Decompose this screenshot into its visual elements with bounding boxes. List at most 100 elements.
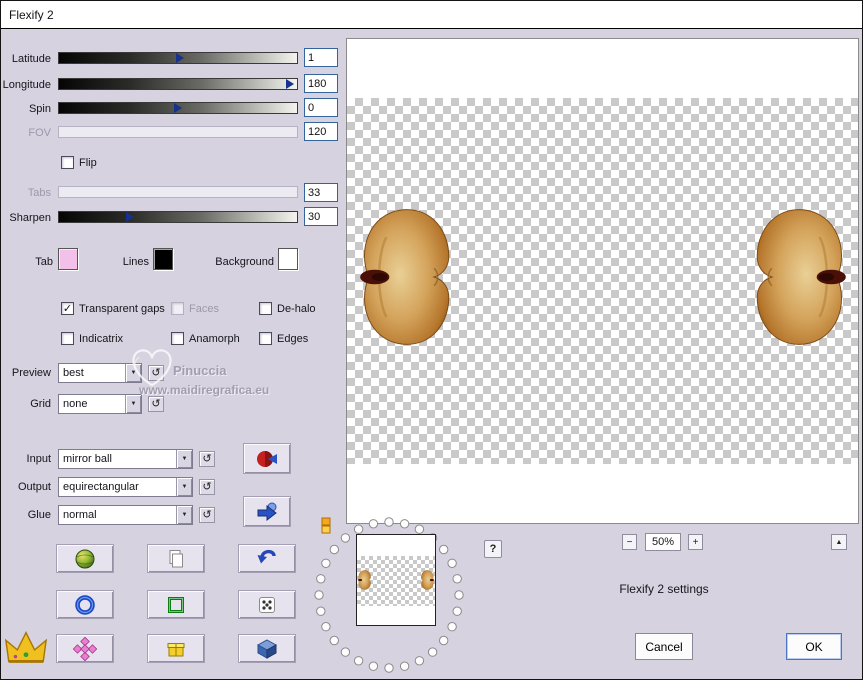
latitude-input[interactable] — [304, 48, 338, 67]
output-label: Output — [17, 481, 51, 493]
preview-pane[interactable] — [346, 38, 859, 524]
dehalo-checkbox[interactable]: De-halo — [259, 302, 316, 315]
blue-cube-icon — [256, 638, 278, 659]
lines-color-swatch[interactable] — [153, 248, 173, 270]
glue-dropdown-arrow-icon[interactable]: ▼ — [176, 506, 192, 524]
ok-button[interactable]: OK — [786, 633, 842, 660]
input-shape-button[interactable] — [243, 443, 291, 474]
help-button[interactable]: ? — [484, 540, 502, 558]
anamorph-checkbox-box[interactable] — [171, 332, 184, 345]
grid-reset-button[interactable]: ↺ — [148, 396, 164, 412]
input-dropdown-arrow-icon[interactable]: ▼ — [176, 450, 192, 468]
thumbnail-butterfly-right — [421, 566, 435, 594]
input-dropdown[interactable]: mirror ball ▼ — [58, 449, 193, 469]
glue-shape-button[interactable] — [243, 496, 291, 527]
transparent-gaps-checkbox[interactable]: ✓ Transparent gaps — [61, 302, 165, 315]
indicatrix-checkbox-label: Indicatrix — [79, 332, 124, 345]
filmstrip-marker-icon[interactable] — [321, 517, 331, 534]
crown-icon[interactable] — [3, 628, 49, 668]
page-copy-icon — [169, 549, 183, 567]
output-reset-button[interactable]: ↺ — [199, 479, 215, 495]
indicatrix-checkbox[interactable]: Indicatrix — [61, 332, 123, 345]
frame-tool-button[interactable] — [147, 590, 205, 619]
longitude-slider-thumb[interactable] — [285, 79, 294, 89]
tabs-label: Tabs — [27, 187, 51, 199]
dehalo-checkbox-label: De-halo — [277, 302, 316, 315]
sharpen-slider-thumb[interactable] — [126, 212, 135, 222]
pattern-tool-button[interactable] — [56, 634, 114, 663]
zoom-out-button[interactable]: − — [622, 534, 637, 550]
solid-tool-button[interactable] — [238, 634, 296, 663]
faces-checkbox-box — [171, 302, 184, 315]
input-dropdown-value: mirror ball — [63, 453, 112, 465]
edges-checkbox-box[interactable] — [259, 332, 272, 345]
sharpen-slider[interactable] — [58, 211, 298, 223]
spin-slider-thumb[interactable] — [174, 103, 182, 113]
lines-color-label: Lines — [122, 256, 149, 268]
gift-tool-button[interactable] — [147, 634, 205, 663]
cancel-button[interactable]: Cancel — [635, 633, 693, 660]
longitude-slider[interactable] — [58, 78, 298, 90]
ring-tool-button[interactable] — [56, 590, 114, 619]
flip-checkbox-box[interactable] — [61, 156, 74, 169]
latitude-slider-thumb[interactable] — [176, 53, 185, 63]
tab-color-swatch[interactable] — [58, 248, 78, 270]
fov-label: FOV — [28, 127, 51, 139]
flip-checkbox-label: Flip — [79, 156, 97, 169]
output-dropdown[interactable]: equirectangular ▼ — [58, 477, 193, 497]
background-color-swatch[interactable] — [278, 248, 298, 270]
flip-checkbox[interactable]: Flip — [61, 156, 97, 169]
dehalo-checkbox-box[interactable] — [259, 302, 272, 315]
sharpen-label: Sharpen — [9, 212, 51, 224]
tabs-slider — [58, 186, 298, 198]
glue-label: Glue — [27, 509, 51, 521]
grid-dropdown-arrow-icon[interactable]: ▼ — [125, 395, 141, 413]
transparent-gaps-checkbox-box[interactable]: ✓ — [61, 302, 74, 315]
preview-reset-button[interactable]: ↺ — [148, 365, 164, 381]
pink-quilt-icon — [73, 636, 97, 661]
butterfly-right — [755, 204, 853, 350]
thumbnail-butterfly-left — [357, 566, 371, 594]
edges-checkbox[interactable]: Edges — [259, 332, 308, 345]
preview-dropdown[interactable]: best ▼ — [58, 363, 142, 383]
spin-slider[interactable] — [58, 102, 298, 114]
arrow-sphere-icon — [257, 502, 277, 521]
zoom-level: 50% — [645, 533, 681, 551]
output-dropdown-value: equirectangular — [63, 481, 139, 493]
settings-thumbnail[interactable] — [356, 534, 436, 626]
preview-dropdown-arrow-icon[interactable]: ▼ — [125, 364, 141, 382]
zoom-in-button[interactable]: + — [688, 534, 703, 550]
flexify-dialog: Flexify 2 Latitude Longitude Spin FOV Fl… — [0, 0, 863, 680]
randomize-button[interactable] — [238, 590, 296, 619]
window-title: Flexify 2 — [9, 7, 54, 22]
mirror-ball-icon — [257, 450, 277, 467]
sharpen-input[interactable] — [304, 207, 338, 226]
output-dropdown-arrow-icon[interactable]: ▼ — [176, 478, 192, 496]
glue-reset-button[interactable]: ↺ — [199, 507, 215, 523]
butterfly-left — [353, 204, 451, 350]
edges-checkbox-label: Edges — [277, 332, 309, 345]
copy-settings-button[interactable] — [147, 544, 205, 573]
longitude-input[interactable] — [304, 74, 338, 93]
grid-dropdown-value: none — [63, 398, 88, 410]
latitude-slider[interactable] — [58, 52, 298, 64]
glue-dropdown[interactable]: normal ▼ — [58, 505, 193, 525]
anamorph-checkbox[interactable]: Anamorph — [171, 332, 240, 345]
undo-button[interactable] — [238, 544, 296, 573]
gift-box-icon — [167, 642, 185, 656]
input-reset-button[interactable]: ↺ — [199, 451, 215, 467]
status-text: Flexify 2 settings — [619, 582, 709, 596]
transparent-gaps-checkbox-label: Transparent gaps — [79, 302, 165, 315]
spin-input[interactable] — [304, 98, 338, 117]
watermark-url: www.maidiregrafica.eu — [139, 383, 270, 397]
scroll-up-button[interactable]: ▲ — [831, 534, 847, 550]
longitude-label: Longitude — [2, 79, 51, 91]
indicatrix-checkbox-box[interactable] — [61, 332, 74, 345]
tabs-input[interactable] — [304, 183, 338, 202]
sphere-tool-button[interactable] — [56, 544, 114, 573]
fov-input[interactable] — [304, 122, 338, 141]
latitude-label: Latitude — [11, 53, 51, 65]
background-color-label: Background — [215, 256, 274, 268]
fov-slider — [58, 126, 298, 138]
grid-dropdown[interactable]: none ▼ — [58, 394, 142, 414]
